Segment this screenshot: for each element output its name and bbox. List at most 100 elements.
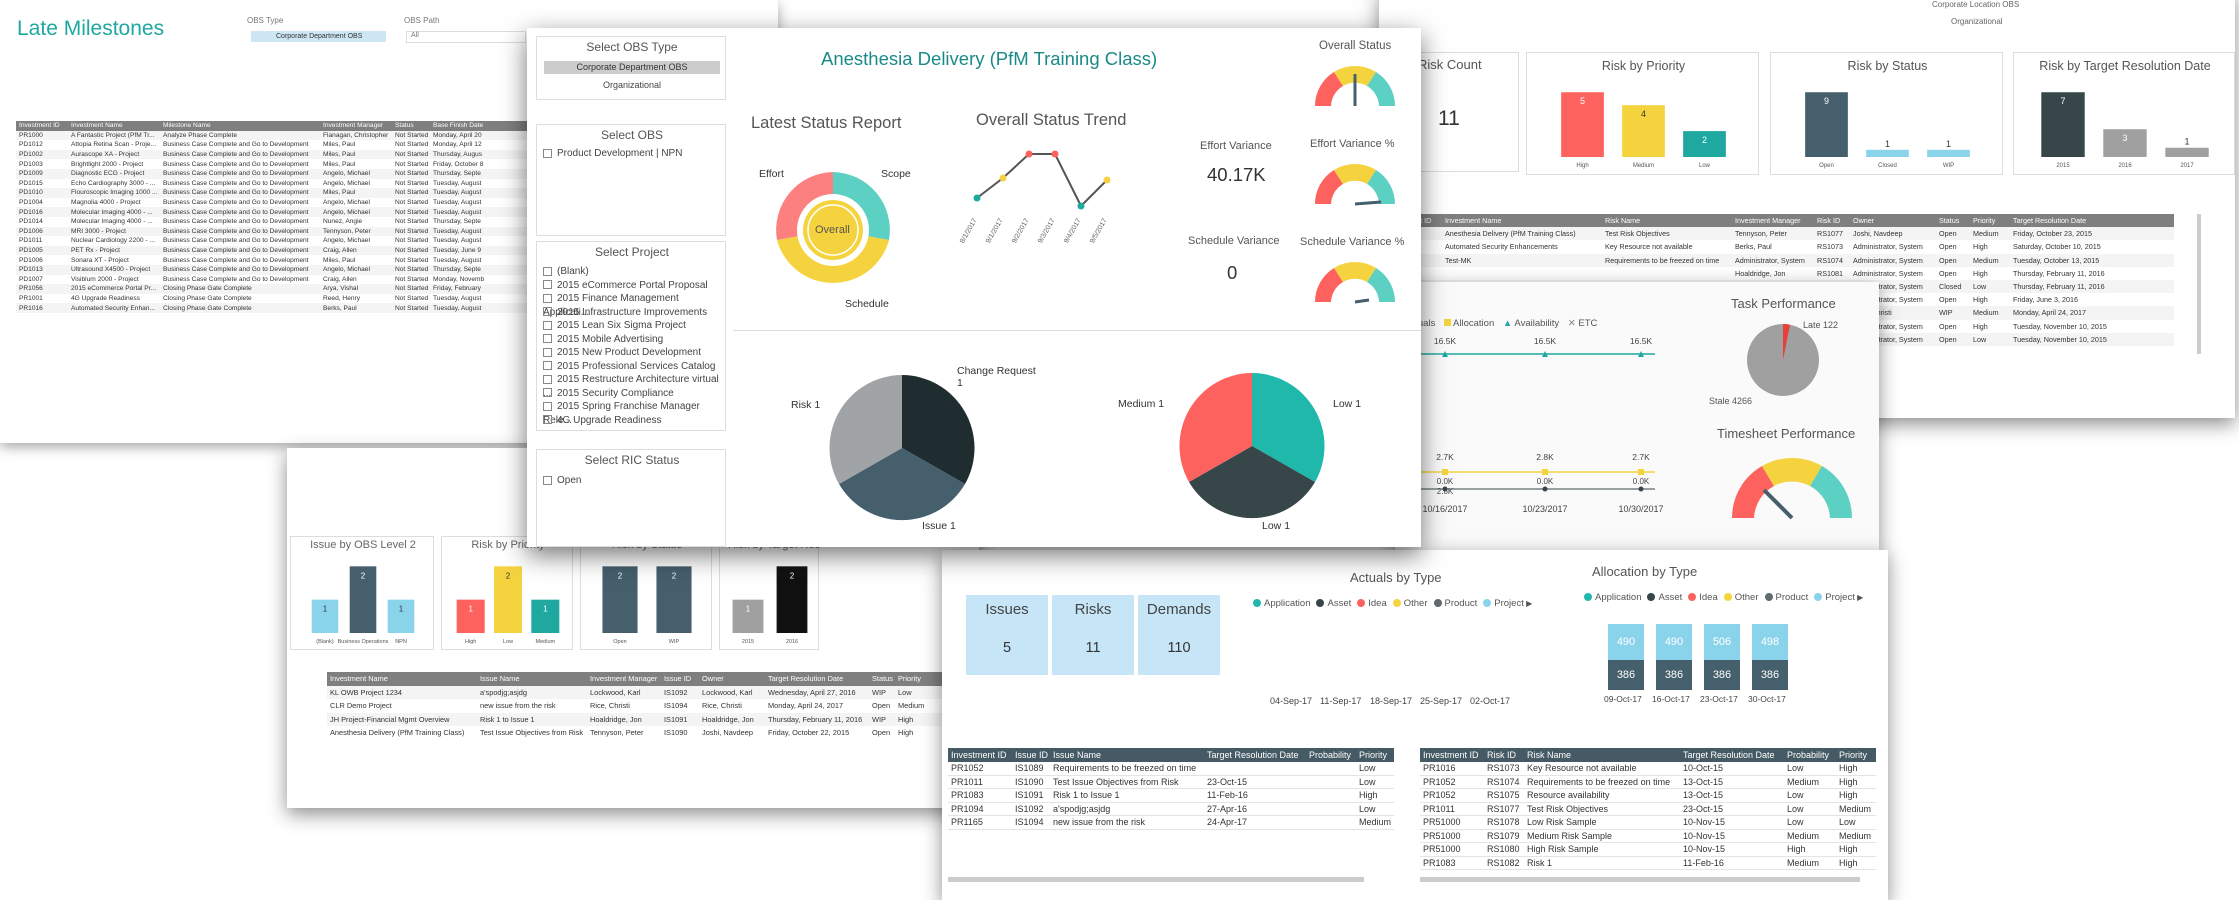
table-row[interactable]: PR1083 IS1091 Risk 1 to Issue 1 11-Feb-16 Hi… bbox=[948, 788, 1394, 803]
checkbox[interactable] bbox=[543, 148, 552, 158]
column-header[interactable]: Owner bbox=[699, 672, 765, 686]
column-header[interactable]: Base Finish Date bbox=[430, 121, 536, 131]
table-row[interactable]: PR1001 4G Upgrade Readiness Closing Phase … bbox=[16, 294, 536, 304]
legend-item[interactable]: Other bbox=[1735, 592, 1759, 603]
table-row[interactable]: CLR Demo Project new issue from the risk R… bbox=[327, 699, 952, 713]
allocation-bar-top[interactable]: 490 bbox=[1656, 624, 1692, 660]
legend-next-arrow[interactable]: ▶ bbox=[1855, 593, 1863, 602]
column-header[interactable]: Risk ID bbox=[1484, 748, 1524, 762]
allocation-marker[interactable] bbox=[1442, 469, 1448, 475]
trend-point[interactable] bbox=[973, 194, 981, 202]
project-option[interactable]: 2015 Finance Management Applicati... bbox=[543, 292, 725, 318]
checkbox[interactable] bbox=[543, 401, 552, 411]
column-header[interactable]: Risk Name bbox=[1524, 748, 1680, 762]
column-header[interactable]: Target Resolution Date bbox=[2010, 214, 2174, 228]
legend-item[interactable]: Other bbox=[1404, 598, 1428, 609]
checkbox[interactable] bbox=[543, 388, 552, 398]
trend-point[interactable] bbox=[1051, 150, 1059, 158]
allocation-marker[interactable] bbox=[1638, 469, 1644, 475]
checkbox[interactable] bbox=[543, 334, 552, 344]
column-header[interactable]: Investment Manager bbox=[1732, 214, 1814, 228]
column-header[interactable]: Risk Name bbox=[1602, 214, 1732, 228]
checkbox[interactable] bbox=[543, 361, 552, 371]
table-row[interactable]: PR1052Test-MKRequirements to be freezed … bbox=[1384, 253, 2174, 267]
column-header[interactable]: Target Resolution Date bbox=[1680, 748, 1784, 762]
allocation-bar-top[interactable]: 506 bbox=[1704, 624, 1740, 660]
table-row[interactable]: PR1052 IS1089 Requirements to be freezed o… bbox=[948, 761, 1394, 776]
column-header[interactable]: Issue ID bbox=[661, 672, 699, 686]
legend-item[interactable]: Application bbox=[1595, 592, 1641, 603]
obs-type-select[interactable]: Corporate Department OBS bbox=[251, 31, 386, 42]
table-row[interactable]: Anesthesia Delivery (PfM Training Class)… bbox=[327, 726, 952, 740]
table-row[interactable]: PR1094 IS1092 a'spodjg;asjdg 27-Apr-16 Low bbox=[948, 802, 1394, 816]
table-row[interactable]: PD1007 Visiblum 2000 - Project Business Ca… bbox=[16, 275, 536, 285]
project-option[interactable]: 2015 Mobile Advertising bbox=[543, 333, 725, 347]
column-header[interactable]: Investment ID bbox=[1420, 748, 1484, 762]
table-row[interactable]: PD1014 Molecular Imaging 4000 - ... Busine… bbox=[16, 217, 536, 227]
column-header[interactable]: Investment ID bbox=[948, 748, 1012, 762]
table-row[interactable]: PR1011Anesthesia Delivery (PfM Training … bbox=[1384, 227, 2174, 241]
horizontal-scrollbar[interactable] bbox=[948, 877, 1364, 882]
column-header[interactable]: Issue Name bbox=[1050, 748, 1204, 762]
table-row[interactable]: PD1003 Brightlight 2000 - Project Business… bbox=[16, 159, 536, 169]
column-header[interactable]: Probability bbox=[1784, 748, 1836, 762]
checkbox[interactable] bbox=[543, 266, 552, 276]
allocation-bar-bottom[interactable]: 386 bbox=[1656, 660, 1692, 690]
table-row[interactable]: PR1016Automated Security EnhancementsKey… bbox=[1384, 240, 2174, 253]
column-header[interactable]: Investment ID bbox=[16, 121, 68, 131]
table-row[interactable]: PR1052 RS1075 Resource availability 13-Oct-… bbox=[1420, 788, 1876, 803]
table-row[interactable]: PD1006 MRI 3000 - Project Business Case Co… bbox=[16, 226, 536, 237]
column-header[interactable]: Priority bbox=[1836, 748, 1876, 762]
checkbox[interactable] bbox=[543, 293, 552, 303]
obs-type-option-selected[interactable]: Corporate Department OBS bbox=[544, 61, 720, 74]
column-header[interactable]: Probability bbox=[1306, 748, 1356, 762]
project-option[interactable]: 2015 Spring Franchise Manager Rele... bbox=[543, 400, 725, 426]
legend-item[interactable]: Asset bbox=[1327, 598, 1351, 609]
table-row[interactable]: PR51000 RS1078 Low Risk Sample 10-Nov-15 Low… bbox=[1420, 815, 1876, 830]
allocation-bar-bottom[interactable]: 386 bbox=[1608, 660, 1644, 690]
column-header[interactable]: Status bbox=[869, 672, 895, 686]
trend-point[interactable] bbox=[1077, 202, 1085, 210]
table-row[interactable]: PR51000 RS1080 High Risk Sample 10-Nov-15 Hi… bbox=[1420, 842, 1876, 857]
column-header[interactable]: Target Resolution Date bbox=[765, 672, 869, 686]
table-row[interactable]: PR51000 RS1079 Medium Risk Sample 10-Nov-15… bbox=[1420, 829, 1876, 843]
project-option[interactable]: 2015 eCommerce Portal Proposal bbox=[543, 279, 725, 293]
table-row[interactable]: PD1009 Diagnostic ECG - Project Business C… bbox=[16, 168, 536, 179]
project-option[interactable]: (Blank) bbox=[543, 265, 725, 279]
column-header[interactable]: Milestone Name bbox=[160, 121, 320, 131]
allocation-marker[interactable] bbox=[1542, 469, 1548, 475]
project-option[interactable]: 2015 Restructure Architecture virtual ..… bbox=[543, 373, 725, 399]
checkbox[interactable] bbox=[543, 347, 552, 357]
table-row[interactable]: KL OWB Project 1234 a'spodjg;asjdg Lockwoo… bbox=[327, 685, 952, 699]
allocation-bar-top[interactable]: 490 bbox=[1608, 624, 1644, 660]
obs-type-option[interactable]: Organizational bbox=[544, 80, 720, 90]
checkbox[interactable] bbox=[543, 280, 552, 290]
bar[interactable] bbox=[1927, 149, 1970, 157]
trend-point[interactable] bbox=[999, 174, 1007, 182]
table-row[interactable]: PD1011 Nuclear Cardiology 2200 - ... Busin… bbox=[16, 236, 536, 246]
table-row[interactable]: PD1015 Echo Cardiography 3000 - ... Busine… bbox=[16, 179, 536, 189]
table-row[interactable]: PD1012 Attopia Retina Scan - Proje... Busi… bbox=[16, 140, 536, 150]
column-header[interactable]: Issue ID bbox=[1012, 748, 1050, 762]
checkbox[interactable] bbox=[543, 320, 552, 330]
allocation-bar-top[interactable]: 498 bbox=[1752, 624, 1788, 660]
actuals-marker[interactable] bbox=[1442, 486, 1448, 492]
project-option[interactable]: 2015 Lean Six Sigma Project bbox=[543, 319, 725, 333]
table-row[interactable]: PR1165 IS1094 new issue from the risk 24-Ap… bbox=[948, 815, 1394, 830]
table-row[interactable]: PD1005 PET Rx - Project Business Case Comp… bbox=[16, 245, 536, 256]
allocation-bar-bottom[interactable]: 386 bbox=[1752, 660, 1788, 690]
table-row[interactable]: PR1083 RS1082 Risk 1 11-Feb-16 Medium High bbox=[1420, 856, 1876, 870]
legend-item[interactable]: Idea bbox=[1368, 598, 1387, 609]
summary-tile[interactable]: Issues 5 bbox=[966, 595, 1048, 675]
project-option[interactable]: 2015 Infrastructure Improvements bbox=[543, 306, 725, 320]
table-row[interactable]: PR1000 A Fantastic Project (PfM Tr... Anal… bbox=[16, 130, 536, 141]
checkbox[interactable] bbox=[543, 307, 552, 317]
table-row[interactable]: PD1010 Flouroscopic Imaging 1000 ... Busin… bbox=[16, 188, 536, 198]
table-row[interactable]: Hoaldridge, Jon RS1081 Administrator, Syst… bbox=[1384, 267, 2174, 280]
legend-item[interactable]: Idea bbox=[1699, 592, 1718, 603]
legend-item[interactable]: Product bbox=[1776, 592, 1809, 603]
column-header[interactable]: Priority bbox=[1356, 748, 1394, 762]
table-row[interactable]: PR1056 2015 eCommerce Portal Pr... Closing… bbox=[16, 284, 536, 294]
table-row[interactable]: PD1004 Magnolia 4000 - Project Business Ca… bbox=[16, 198, 536, 208]
legend-item[interactable]: Application bbox=[1264, 598, 1310, 609]
